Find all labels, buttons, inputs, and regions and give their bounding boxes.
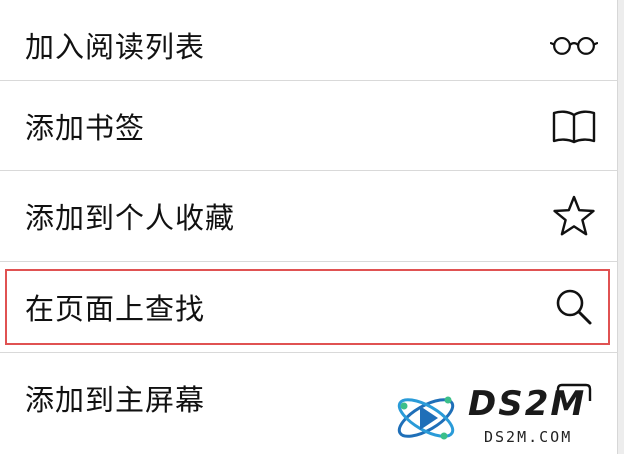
watermark: DS2M DS2M.COM	[384, 382, 624, 454]
menu-item-reading-list[interactable]: 加入阅读列表	[0, 0, 618, 90]
divider	[0, 80, 618, 81]
menu-item-add-bookmark[interactable]: 添加书签	[0, 82, 618, 170]
menu-item-label: 添加书签	[25, 111, 146, 145]
menu-item-add-favorite[interactable]: 添加到个人收藏	[0, 171, 618, 261]
menu-item-label: 添加到主屏幕	[25, 383, 206, 417]
reading-glasses-icon	[550, 23, 598, 67]
menu-item-find-on-page[interactable]: 在页面上查找	[0, 262, 618, 352]
watermark-logo-icon	[397, 396, 455, 440]
menu-item-label: 加入阅读列表	[25, 30, 206, 64]
menu-item-label: 添加到个人收藏	[25, 201, 236, 235]
watermark-subtitle: DS2M.COM	[484, 428, 573, 446]
star-icon	[550, 194, 598, 238]
search-icon	[550, 285, 598, 329]
watermark-title: DS2M	[468, 384, 587, 424]
book-icon	[550, 104, 598, 148]
menu-item-label: 在页面上查找	[25, 292, 206, 326]
